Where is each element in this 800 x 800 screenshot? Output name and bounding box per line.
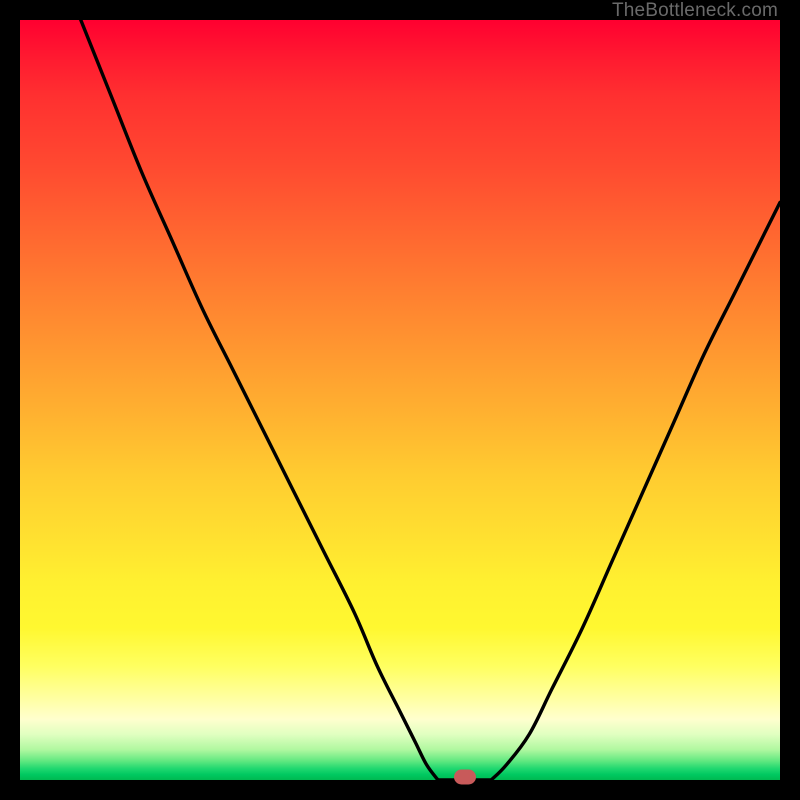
watermark-text: TheBottleneck.com xyxy=(612,0,778,22)
chart-container: TheBottleneck.com xyxy=(0,0,800,800)
bottleneck-curve xyxy=(20,20,780,780)
right-curve-path xyxy=(491,202,780,780)
left-curve-path xyxy=(81,20,438,780)
optimal-point-marker xyxy=(454,770,476,785)
